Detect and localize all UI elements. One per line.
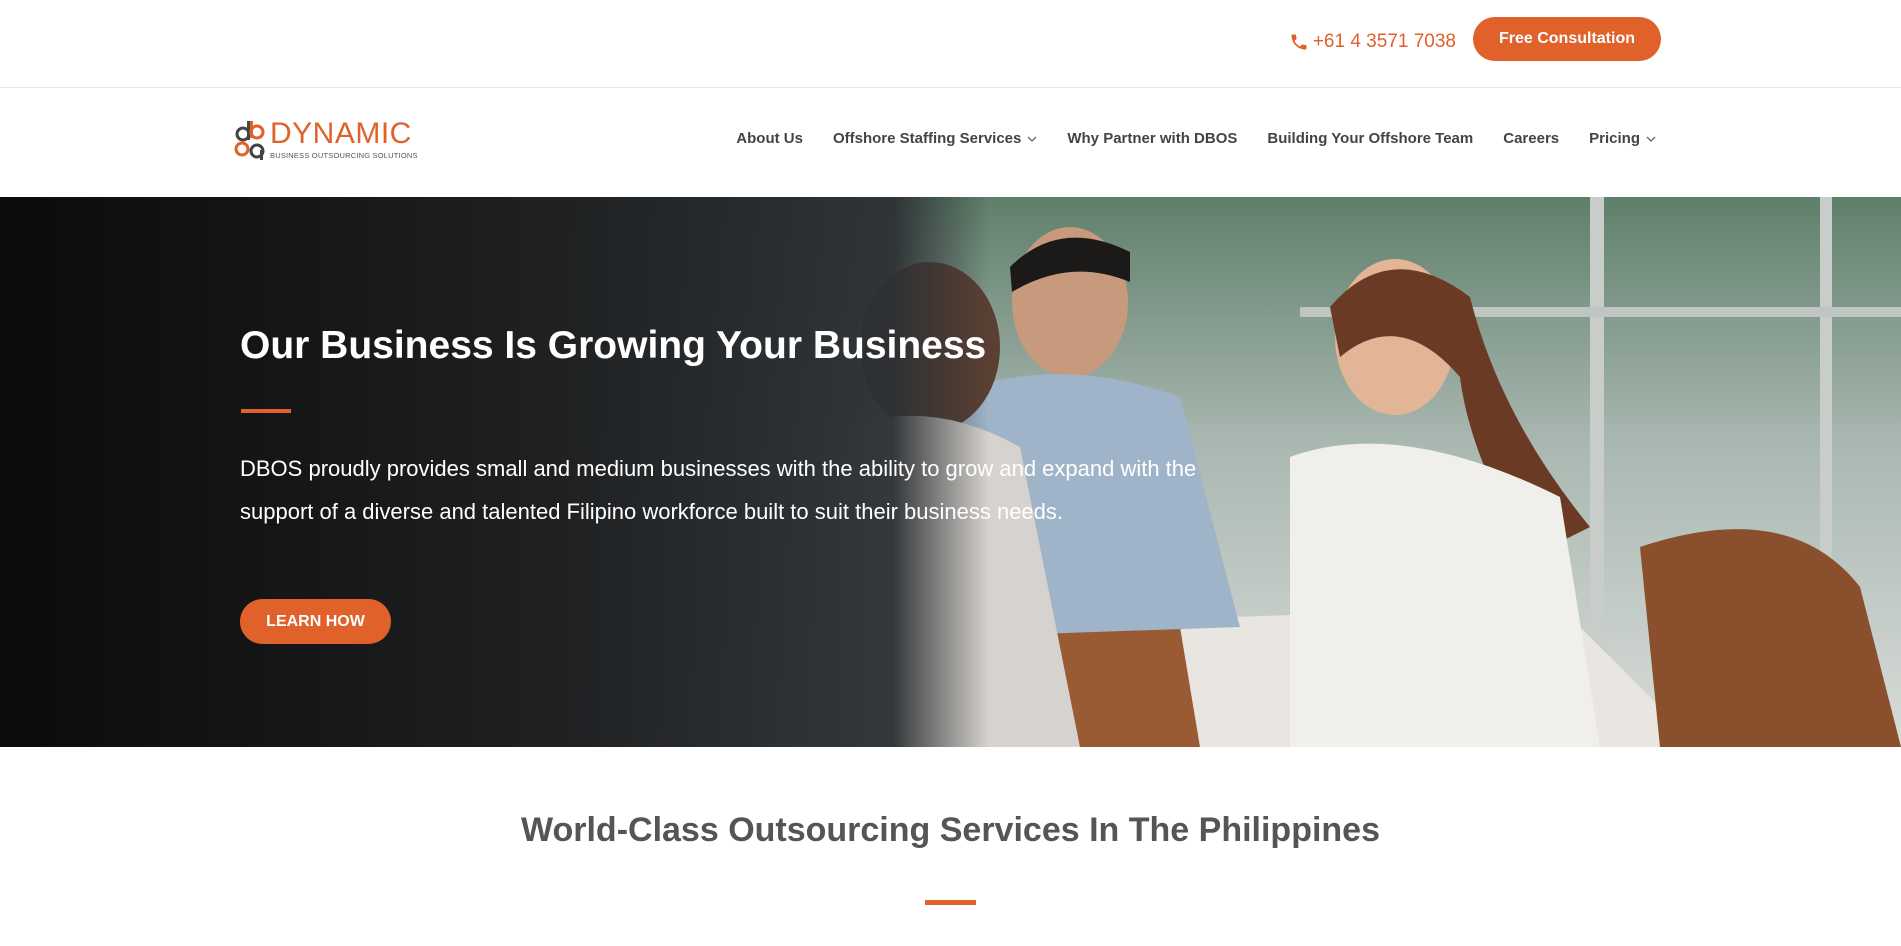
top-bar: +61 4 3571 7038 Free Consultation — [0, 0, 1901, 88]
nav-label: Offshore Staffing Services — [832, 130, 1022, 147]
chevron-down-icon — [1027, 136, 1037, 142]
hero-description: DBOS proudly provides small and medium b… — [240, 456, 1197, 524]
nav-why-partner[interactable]: Why Partner with DBOS — [1067, 130, 1237, 147]
logo-tagline: BUSINESS OUTSOURCING SOLUTIONS — [270, 150, 418, 160]
phone-link[interactable]: +61 4 3571 7038 — [1289, 31, 1456, 53]
nav-pricing[interactable]: Pricing — [1589, 130, 1656, 147]
phone-icon — [1291, 34, 1307, 50]
main-nav: About Us Offshore Staffing Services Why … — [736, 130, 1656, 147]
section-divider — [925, 900, 976, 905]
nav-offshore-staffing-services[interactable]: Offshore Staffing Services — [833, 130, 1037, 147]
chevron-down-icon — [1646, 136, 1656, 142]
free-consultation-button[interactable]: Free Consultation — [1473, 17, 1661, 61]
nav-building-team[interactable]: Building Your Offshore Team — [1267, 130, 1473, 147]
nav-label: Building Your Offshore Team — [1267, 130, 1474, 147]
hero-title: Our Business Is Growing Your Business — [240, 324, 987, 367]
phone-number: +61 4 3571 7038 — [1312, 31, 1456, 52]
nav-label: Careers — [1503, 130, 1560, 147]
dbos-logo-icon — [234, 121, 265, 160]
nav-label: Pricing — [1589, 130, 1640, 147]
section-title: World-Class Outsourcing Services In The … — [521, 811, 1380, 849]
nav-about-us[interactable]: About Us — [736, 130, 803, 147]
hero-divider — [241, 409, 291, 413]
site-header: DYNAMIC BUSINESS OUTSOURCING SOLUTIONS A… — [0, 88, 1901, 197]
hero-banner: Our Business Is Growing Your Business DB… — [0, 197, 1901, 747]
nav-careers[interactable]: Careers — [1503, 130, 1559, 147]
site-logo[interactable]: DYNAMIC BUSINESS OUTSOURCING SOLUTIONS — [234, 117, 418, 161]
learn-how-button[interactable]: LEARN HOW — [240, 599, 391, 644]
logo-name: DYNAMIC — [270, 116, 412, 150]
nav-label: Why Partner with DBOS — [1067, 130, 1238, 147]
nav-label: About Us — [736, 130, 803, 147]
